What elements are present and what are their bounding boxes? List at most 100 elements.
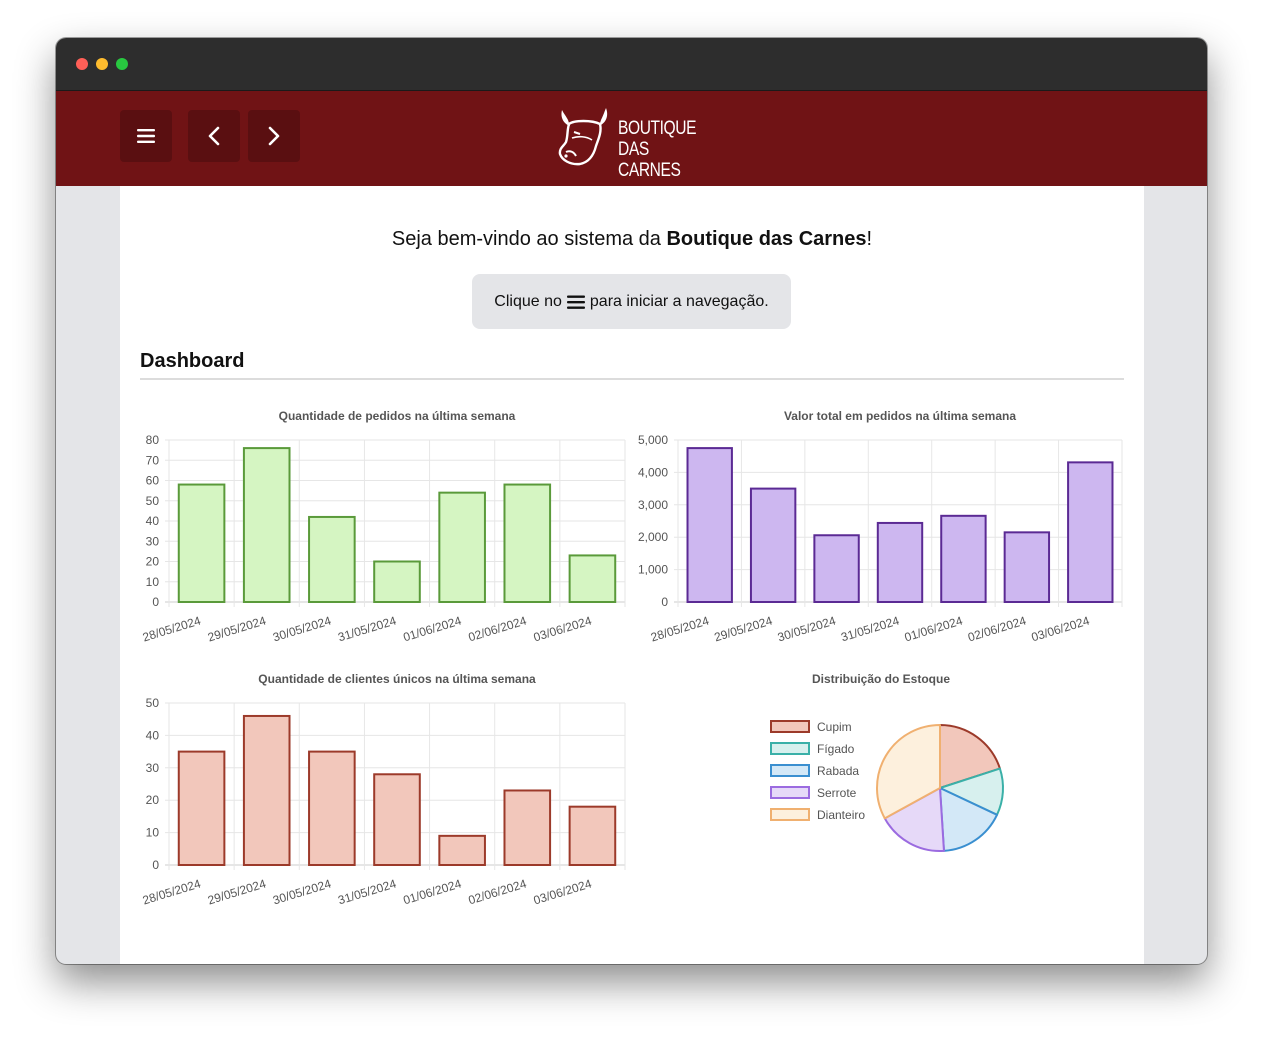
- navigation-hint: Clique no para iniciar a navegação.: [472, 274, 791, 329]
- y-tick-label: 2,000: [638, 530, 668, 544]
- bull-head-icon: [558, 108, 608, 166]
- x-tick-label: 29/05/2024: [206, 613, 268, 644]
- y-tick-label: 50: [146, 696, 160, 710]
- y-tick-label: 10: [146, 575, 160, 589]
- legend-label: Dianteiro: [817, 808, 865, 822]
- x-tick-label: 29/05/2024: [206, 876, 268, 907]
- welcome-suffix: !: [866, 228, 873, 250]
- welcome-message: Seja bem-vindo ao sistema da Boutique da…: [120, 228, 1144, 251]
- bar: [876, 521, 924, 603]
- y-tick-label: 20: [146, 555, 160, 569]
- x-tick-label: 30/05/2024: [271, 876, 333, 907]
- bar: [438, 491, 486, 603]
- bar: [568, 805, 617, 866]
- hint-prefix: Clique no: [494, 292, 562, 310]
- y-tick-label: 20: [146, 793, 160, 807]
- x-tick-label: 31/05/2024: [336, 876, 398, 907]
- maximize-window-button[interactable]: [116, 58, 128, 70]
- x-tick-label: 03/06/2024: [532, 613, 594, 644]
- chart-svg: Quantidade de clientes únicos na última …: [141, 672, 626, 907]
- bar: [1003, 531, 1051, 603]
- bar: [177, 750, 226, 866]
- legend-swatch: [770, 742, 810, 755]
- brand-logo[interactable]: BOUTIQUE DAS CARNES: [556, 106, 716, 181]
- y-tick-label: 50: [146, 494, 160, 508]
- x-tick-label: 03/06/2024: [532, 876, 594, 907]
- back-button[interactable]: [188, 110, 240, 162]
- x-tick-label: 31/05/2024: [336, 613, 398, 644]
- bar: [308, 750, 356, 866]
- y-tick-label: 80: [146, 433, 160, 447]
- main-content: Seja bem-vindo ao sistema da Boutique da…: [120, 186, 1144, 964]
- hamburger-icon: [566, 295, 585, 309]
- legend-swatch: [770, 786, 810, 799]
- bar: [686, 447, 733, 603]
- chevron-right-icon: [268, 126, 280, 146]
- chart-unique-clients: Quantidade de clientes únicos na última …: [140, 669, 630, 919]
- y-tick-label: 30: [146, 761, 160, 775]
- welcome-brand: Boutique das Carnes: [666, 228, 867, 250]
- x-tick-label: 29/05/2024: [712, 613, 774, 644]
- x-tick-label: 31/05/2024: [839, 613, 901, 644]
- y-tick-label: 5,000: [638, 433, 668, 447]
- hint-suffix: para iniciar a navegação.: [589, 292, 769, 310]
- app-header: BOUTIQUE DAS CARNES: [56, 91, 1207, 186]
- x-tick-label: 28/05/2024: [141, 613, 203, 644]
- minimize-window-button[interactable]: [96, 58, 108, 70]
- dashboard-title: Dashboard: [140, 350, 245, 372]
- chart-orders-count: Quantidade de pedidos na última semana 0 1…: [140, 406, 630, 656]
- brand-line-2: DAS CARNES: [618, 139, 681, 181]
- legend-swatch: [770, 808, 810, 821]
- x-tick-label: 02/06/2024: [966, 613, 1028, 644]
- x-tick-label: 02/06/2024: [467, 876, 529, 907]
- y-tick-label: 3,000: [638, 498, 668, 512]
- y-tick-label: 70: [146, 453, 160, 467]
- bar: [568, 554, 617, 604]
- x-tick-label: 30/05/2024: [271, 613, 333, 644]
- x-tick-label: 01/06/2024: [401, 613, 463, 644]
- bar: [749, 487, 797, 603]
- x-tick-label: 28/05/2024: [649, 613, 711, 644]
- browser-window: BOUTIQUE DAS CARNES Seja bem-vindo ao si…: [56, 38, 1207, 964]
- y-tick-label: 0: [661, 595, 668, 609]
- legend-swatch: [770, 764, 810, 777]
- bar: [242, 714, 291, 866]
- dashboard-divider: [140, 378, 1124, 380]
- x-tick-label: 02/06/2024: [467, 613, 529, 644]
- legend-label: Cupim: [817, 720, 852, 734]
- brand-wordmark: BOUTIQUE DAS CARNES: [618, 118, 698, 181]
- x-tick-label: 01/06/2024: [903, 613, 965, 644]
- chart-svg: Distribuição do Estoque Cupim Fígado Rabada…: [770, 672, 1004, 852]
- y-tick-label: 0: [152, 595, 159, 609]
- forward-button[interactable]: [248, 110, 300, 162]
- y-tick-label: 4,000: [638, 465, 668, 479]
- legend-swatch: [770, 720, 810, 733]
- chart-orders-value: Valor total em pedidos na última semana 0…: [636, 406, 1126, 656]
- close-window-button[interactable]: [76, 58, 88, 70]
- x-tick-label: 30/05/2024: [776, 613, 838, 644]
- x-tick-label: 28/05/2024: [141, 876, 203, 907]
- hamburger-icon: [137, 129, 155, 143]
- y-tick-label: 0: [152, 858, 159, 872]
- chart-title: Valor total em pedidos na última semana: [784, 409, 1016, 423]
- y-tick-label: 40: [146, 514, 160, 528]
- brand-line-1: BOUTIQUE: [618, 118, 697, 139]
- menu-button[interactable]: [120, 110, 172, 162]
- legend-label: Fígado: [817, 742, 855, 756]
- chart-title: Quantidade de clientes únicos na última …: [258, 672, 536, 686]
- y-tick-label: 1,000: [638, 563, 668, 577]
- x-tick-label: 01/06/2024: [401, 876, 463, 907]
- bar: [813, 534, 860, 603]
- chart-title: Distribuição do Estoque: [812, 672, 950, 686]
- bar: [940, 514, 987, 603]
- bar: [438, 834, 486, 866]
- legend-label: Rabada: [817, 764, 859, 778]
- chart-title: Quantidade de pedidos na última semana: [279, 409, 516, 423]
- y-tick-label: 60: [146, 474, 160, 488]
- chart-svg: Quantidade de pedidos na última semana01…: [141, 409, 626, 644]
- chart-stock-distribution: Distribuição do Estoque Cupim Fígado Rabada…: [636, 669, 1126, 899]
- window-titlebar: [56, 38, 1207, 91]
- bar: [503, 789, 552, 866]
- y-tick-label: 10: [146, 826, 160, 840]
- x-tick-label: 03/06/2024: [1030, 613, 1092, 644]
